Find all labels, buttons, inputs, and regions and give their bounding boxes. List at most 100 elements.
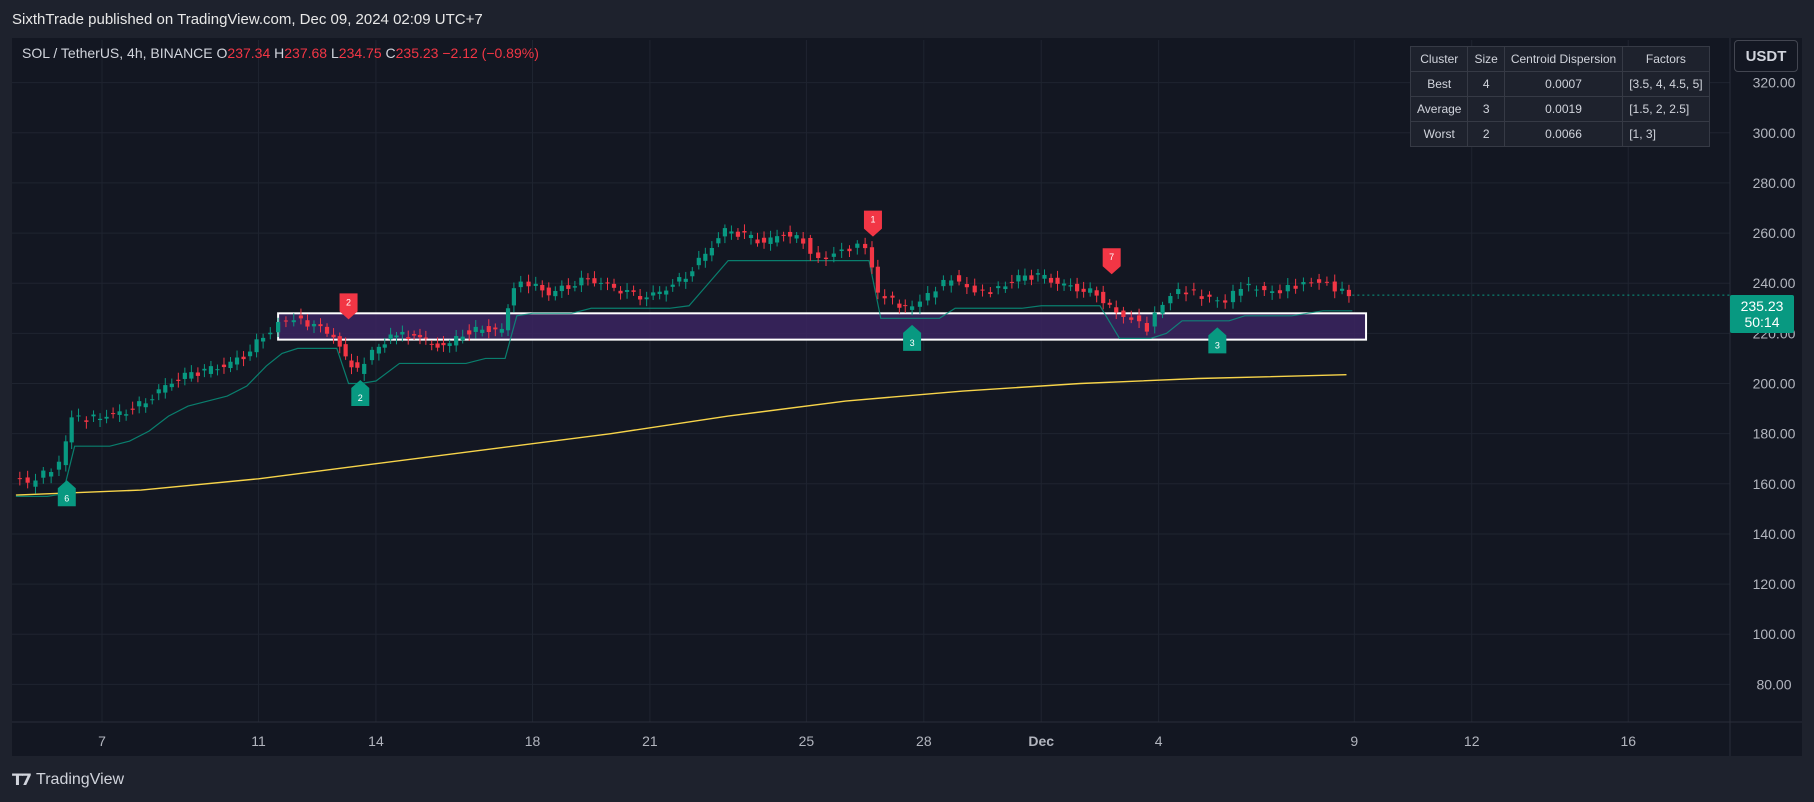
- close-label: C: [385, 45, 396, 61]
- candle-body: [104, 416, 109, 419]
- table-header: Factors: [1622, 46, 1710, 72]
- candle-body: [855, 243, 860, 248]
- signal-text: 3: [910, 338, 915, 348]
- candle-body: [1114, 307, 1119, 313]
- candle-body: [794, 235, 799, 239]
- candle-body: [195, 372, 200, 376]
- candle-body: [221, 364, 227, 368]
- candle-body: [1339, 288, 1345, 291]
- cluster-stats-table: Cluster Size Centroid Dispersion Factors…: [1409, 46, 1710, 147]
- signal-text: 1: [870, 215, 875, 225]
- symbol-name[interactable]: SOL / TetherUS, 4h, BINANCE: [22, 45, 213, 61]
- candle-body: [980, 289, 985, 291]
- candle-body: [1081, 288, 1086, 292]
- candle-body: [839, 249, 844, 252]
- table-cell: 0.0019: [1503, 96, 1624, 122]
- candle-body: [382, 344, 387, 348]
- candle-body: [690, 271, 695, 277]
- candle-body: [69, 417, 74, 443]
- candle-body: [677, 277, 682, 282]
- candle-body: [117, 411, 122, 415]
- candle-body: [505, 308, 511, 331]
- candle-body: [435, 343, 440, 348]
- candle-body: [473, 326, 478, 332]
- table-cell: 2: [1467, 121, 1505, 147]
- candle-body: [460, 336, 465, 341]
- candle-body: [1262, 285, 1267, 291]
- candle-body: [1346, 289, 1352, 297]
- x-tick-label: 9: [1350, 733, 1358, 749]
- y-tick-label: 100.00: [1753, 626, 1796, 642]
- candle-body: [788, 231, 793, 237]
- high-label: H: [274, 45, 285, 61]
- candle-body: [722, 228, 727, 237]
- candle-body: [823, 257, 829, 260]
- low-value: 234.75: [338, 45, 382, 61]
- candle-body: [130, 408, 135, 410]
- candle-body: [755, 239, 760, 244]
- candle-body: [882, 296, 887, 299]
- x-tick-label: Dec: [1028, 733, 1054, 749]
- candle-body: [875, 266, 880, 293]
- x-tick-label: 7: [98, 733, 106, 749]
- ema-line: [15, 374, 1347, 496]
- x-tick-label: 28: [916, 733, 932, 749]
- candle-body: [423, 337, 428, 339]
- candle-body: [566, 285, 571, 289]
- candle-body: [761, 237, 767, 243]
- candle-body: [624, 290, 630, 292]
- currency-button[interactable]: USDT: [1734, 40, 1798, 72]
- candle-body: [1191, 289, 1196, 291]
- y-tick-label: 140.00: [1753, 526, 1796, 542]
- candle-body: [869, 247, 875, 268]
- candle-body: [909, 306, 915, 310]
- x-tick-label: 4: [1155, 733, 1163, 749]
- candle-body: [369, 349, 375, 361]
- y-tick-label: 120.00: [1753, 576, 1796, 592]
- candle-body: [605, 282, 610, 284]
- candle-body: [406, 337, 411, 340]
- candle-body: [156, 389, 161, 394]
- candle-body: [343, 344, 348, 357]
- candle-body: [254, 339, 259, 353]
- candle-body: [941, 279, 946, 287]
- candle-body: [1144, 323, 1149, 332]
- candle-body: [1293, 285, 1298, 289]
- candle-body: [493, 327, 498, 330]
- symbol-legend: SOL / TetherUS, 4h, BINANCE O237.34 H237…: [22, 45, 539, 61]
- y-tick-label: 320.00: [1753, 75, 1796, 91]
- table-cell: [3.5, 4, 4.5, 5]: [1622, 71, 1710, 97]
- candle-body: [890, 295, 895, 298]
- candle-body: [579, 277, 584, 286]
- candle-body: [618, 290, 623, 294]
- candle-body: [735, 231, 741, 237]
- candle-body: [441, 342, 446, 346]
- candle-body: [972, 285, 977, 293]
- candle-body: [903, 305, 908, 307]
- candle-body: [925, 293, 930, 301]
- candle-body: [305, 320, 310, 327]
- candle-body: [318, 324, 323, 327]
- candle-body: [863, 243, 868, 249]
- candle-body: [17, 478, 22, 480]
- tradingview-logo[interactable]: T7 TradingView: [12, 770, 124, 789]
- signal-text: 3: [1215, 340, 1220, 350]
- candle-body: [276, 321, 281, 333]
- sell-signal-label: 7: [1102, 248, 1121, 275]
- candle-body: [1107, 302, 1112, 305]
- candle-body: [349, 360, 354, 368]
- candle-body: [988, 292, 993, 294]
- signal-text: 7: [1109, 252, 1114, 262]
- candle-body: [816, 252, 821, 259]
- table-row: Best 4 0.0007 [3.5, 4, 4.5, 5]: [1409, 71, 1710, 97]
- candle-body: [742, 231, 747, 233]
- candle-body: [41, 470, 46, 478]
- candle-body: [447, 343, 452, 346]
- table-header-row: Cluster Size Centroid Dispersion Factors: [1409, 46, 1710, 72]
- candle-body: [1270, 291, 1275, 293]
- candle-body: [964, 284, 969, 288]
- candle-body: [124, 414, 129, 416]
- candle-body: [540, 284, 545, 291]
- y-tick-label: 300.00: [1753, 125, 1796, 141]
- candle-body: [729, 231, 734, 234]
